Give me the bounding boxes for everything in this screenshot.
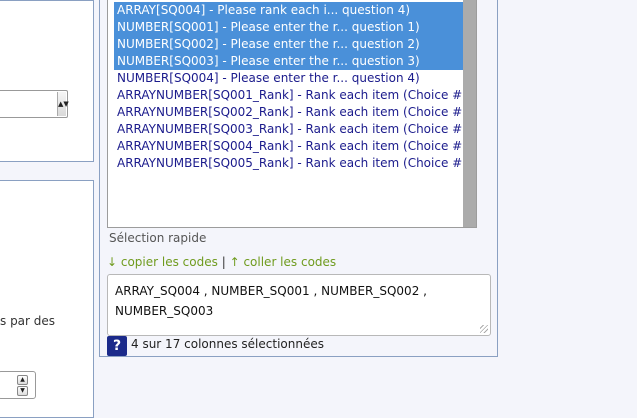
spinner-up-icon[interactable]: ▲ (17, 375, 28, 385)
left-options-panel (0, 0, 94, 162)
listbox-scrollbar[interactable] (463, 0, 476, 227)
column-option[interactable]: ARRAYNUMBER[SQ003_Rank] - Rank each item… (114, 121, 464, 138)
column-option[interactable]: ARRAY[SQ004] - Please rank each i... que… (114, 2, 464, 19)
dropdown-arrow-icon[interactable]: ▲▼ (57, 92, 69, 116)
left-number-spinner[interactable]: ▲ ▼ (0, 371, 36, 399)
code-actions: ↓ copier les codes | ↑ coller les codes (107, 255, 336, 269)
column-option[interactable]: ARRAYNUMBER[SQ005_Rank] - Rank each item… (114, 155, 464, 172)
spinner-down-icon[interactable]: ▼ (17, 386, 28, 396)
resize-handle-icon[interactable] (480, 325, 488, 333)
column-option[interactable]: ARRAYNUMBER[SQ001_Rank] - Rank each item… (114, 87, 464, 104)
selected-count-status: 4 sur 17 colonnes sélectionnées (131, 337, 324, 351)
help-icon[interactable]: ? (107, 336, 127, 356)
column-option[interactable]: NUMBER[SQ001] - Please enter the r... qu… (114, 19, 464, 36)
left-partial-label: s par des (0, 314, 56, 328)
column-option[interactable]: NUMBER[SQ004] - Please enter the r... qu… (114, 70, 464, 87)
paste-codes-link[interactable]: ↑ coller les codes (230, 255, 337, 269)
link-separator: | (221, 255, 226, 269)
column-option[interactable]: NUMBER[SQ002] - Please enter the r... qu… (114, 36, 464, 53)
column-list: ARRAY[SQ004] - Please rank each i... que… (114, 2, 464, 172)
column-option[interactable]: NUMBER[SQ003] - Please enter the r... qu… (114, 53, 464, 70)
copy-codes-link[interactable]: ↓ copier les codes (107, 255, 218, 269)
left-dropdown-select[interactable]: ▲▼ (0, 90, 69, 118)
codes-value: ARRAY_SQ004 , NUMBER_SQ001 , NUMBER_SQ00… (115, 284, 427, 318)
column-option[interactable]: ARRAYNUMBER[SQ002_Rank] - Rank each item… (114, 104, 464, 121)
codes-textarea[interactable]: ARRAY_SQ004 , NUMBER_SQ001 , NUMBER_SQ00… (107, 274, 491, 336)
column-option[interactable]: ARRAYNUMBER[SQ004_Rank] - Rank each item… (114, 138, 464, 155)
column-listbox[interactable]: ARRAY[SQ004] - Please rank each i... que… (107, 0, 477, 228)
quick-selection-label: Sélection rapide (109, 231, 207, 245)
